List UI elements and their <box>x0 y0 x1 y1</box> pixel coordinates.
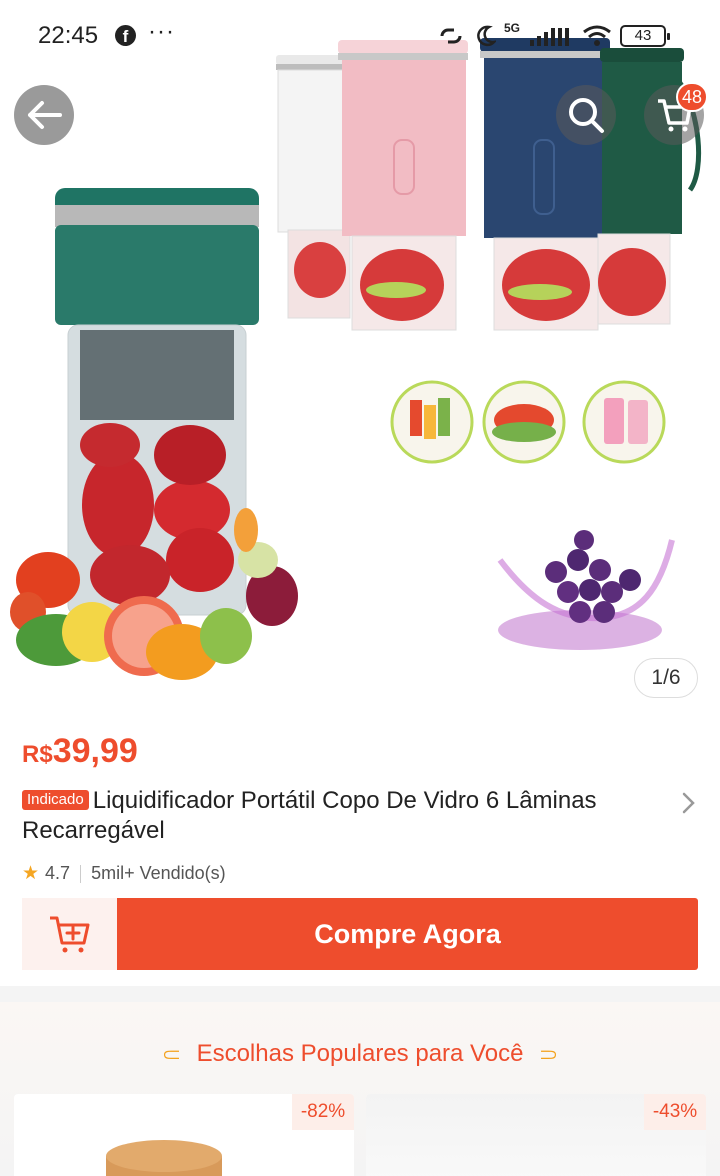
status-time: 22:45 <box>38 22 99 49</box>
product-card[interactable]: -43% <box>366 1094 706 1176</box>
recommended-tag: Indicado <box>22 790 89 810</box>
facebook-icon: f <box>115 25 136 46</box>
more-icon: ··· <box>148 18 175 45</box>
meta-divider <box>80 864 82 883</box>
status-bar: 22:45 f ··· 5G 43 <box>0 0 720 72</box>
add-to-cart-icon <box>49 916 89 953</box>
arrow-left-icon <box>28 101 62 129</box>
product-title: Liquidificador Portátil Copo De Vidro 6 … <box>22 787 597 844</box>
network-label: 5G <box>504 21 521 35</box>
add-to-cart-button[interactable] <box>22 898 117 970</box>
cart-count-badge: 48 <box>676 82 709 112</box>
product-image-gallery[interactable]: 22:45 f ··· 5G 43 48 1/6 <box>0 0 720 712</box>
status-icons: 5G 43 <box>436 20 671 52</box>
price-currency: R$ <box>22 741 53 768</box>
sparkle-left-icon: ⸦ <box>158 1040 185 1070</box>
chevron-right-icon[interactable] <box>678 788 700 818</box>
popular-picks-header: ⸦ Escolhas Populares para Você ⸧ <box>0 1036 720 1072</box>
popular-picks-title: Escolhas Populares para Você <box>196 1040 524 1067</box>
product-sold-count: 5mil+ Vendido(s) <box>91 863 226 883</box>
white-blender-image <box>276 55 351 319</box>
product-info: R$ 39,99 Indicado Liquidificador Portátil… <box>0 712 720 986</box>
search-button[interactable] <box>556 85 616 145</box>
navy-blender-image <box>480 38 610 331</box>
product-price: R$ 39,99 <box>22 732 138 771</box>
wifi-icon <box>583 25 611 46</box>
search-icon <box>569 98 604 133</box>
moon-icon <box>477 25 496 47</box>
product-card[interactable]: -82% <box>14 1094 354 1176</box>
star-icon: ★ <box>22 863 40 884</box>
green-blender-image <box>55 188 259 616</box>
grapes-splash-image <box>497 530 675 650</box>
discount-badge: -82% <box>292 1094 354 1130</box>
product-meta: ★ 4.7 5mil+ Vendido(s) <box>22 862 226 885</box>
buy-now-button[interactable]: Compre Agora <box>117 898 698 970</box>
product-rating: 4.7 <box>45 863 71 883</box>
battery-icon: 43 <box>620 25 671 47</box>
product-title-row[interactable]: Indicado Liquidificador Portátil Copo De … <box>22 786 662 846</box>
link-icon <box>440 28 462 44</box>
price-value: 39,99 <box>52 732 138 770</box>
pink-blender-image <box>338 40 468 331</box>
signal-icon <box>530 28 570 46</box>
popular-picks-section: ⸦ Escolhas Populares para Você ⸧ -82% -4… <box>0 1002 720 1176</box>
image-counter: 1/6 <box>634 658 698 698</box>
back-button[interactable] <box>14 85 74 145</box>
sparkle-right-icon: ⸧ <box>535 1040 562 1070</box>
discount-badge: -43% <box>644 1094 706 1130</box>
juice-thumbnails-image <box>390 380 666 464</box>
